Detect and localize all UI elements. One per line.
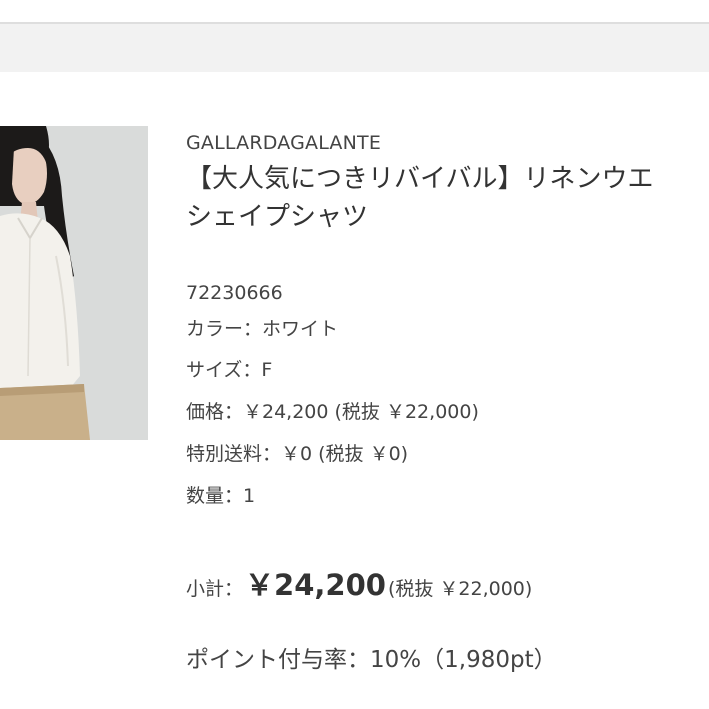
product-size: サイズ：F: [186, 359, 273, 381]
product-title[interactable]: 【大人気につきリバイバル】リネンウエ シェイプシャツ: [186, 160, 709, 236]
subtotal-tax: (税抜 ￥22,000): [387, 578, 533, 600]
brand-name[interactable]: GALLARDAGALANTE: [186, 132, 381, 154]
subtotal: 小計：￥24,200 (税抜 ￥22,000): [186, 562, 532, 604]
subtotal-amount: ￥24,200: [245, 568, 386, 602]
product-price: 価格：￥24,200 (税抜 ￥22,000): [186, 401, 479, 423]
product-shipping: 特別送料：￥0 (税抜 ￥0): [186, 443, 409, 465]
product-code: 72230666: [186, 282, 283, 304]
points-rate: ポイント付与率：10%（1,980pt）: [186, 647, 557, 673]
top-strip: [0, 0, 709, 22]
product-color: カラー：ホワイト: [186, 318, 339, 340]
product-title-line2: シェイプシャツ: [186, 202, 369, 232]
product-quantity: 数量：1: [186, 485, 256, 507]
product-title-line1: 【大人気につきリバイバル】リネンウエ: [186, 164, 654, 194]
subtotal-label: 小計：: [186, 578, 244, 600]
product-image[interactable]: [0, 126, 148, 440]
header-bar: [0, 22, 709, 72]
